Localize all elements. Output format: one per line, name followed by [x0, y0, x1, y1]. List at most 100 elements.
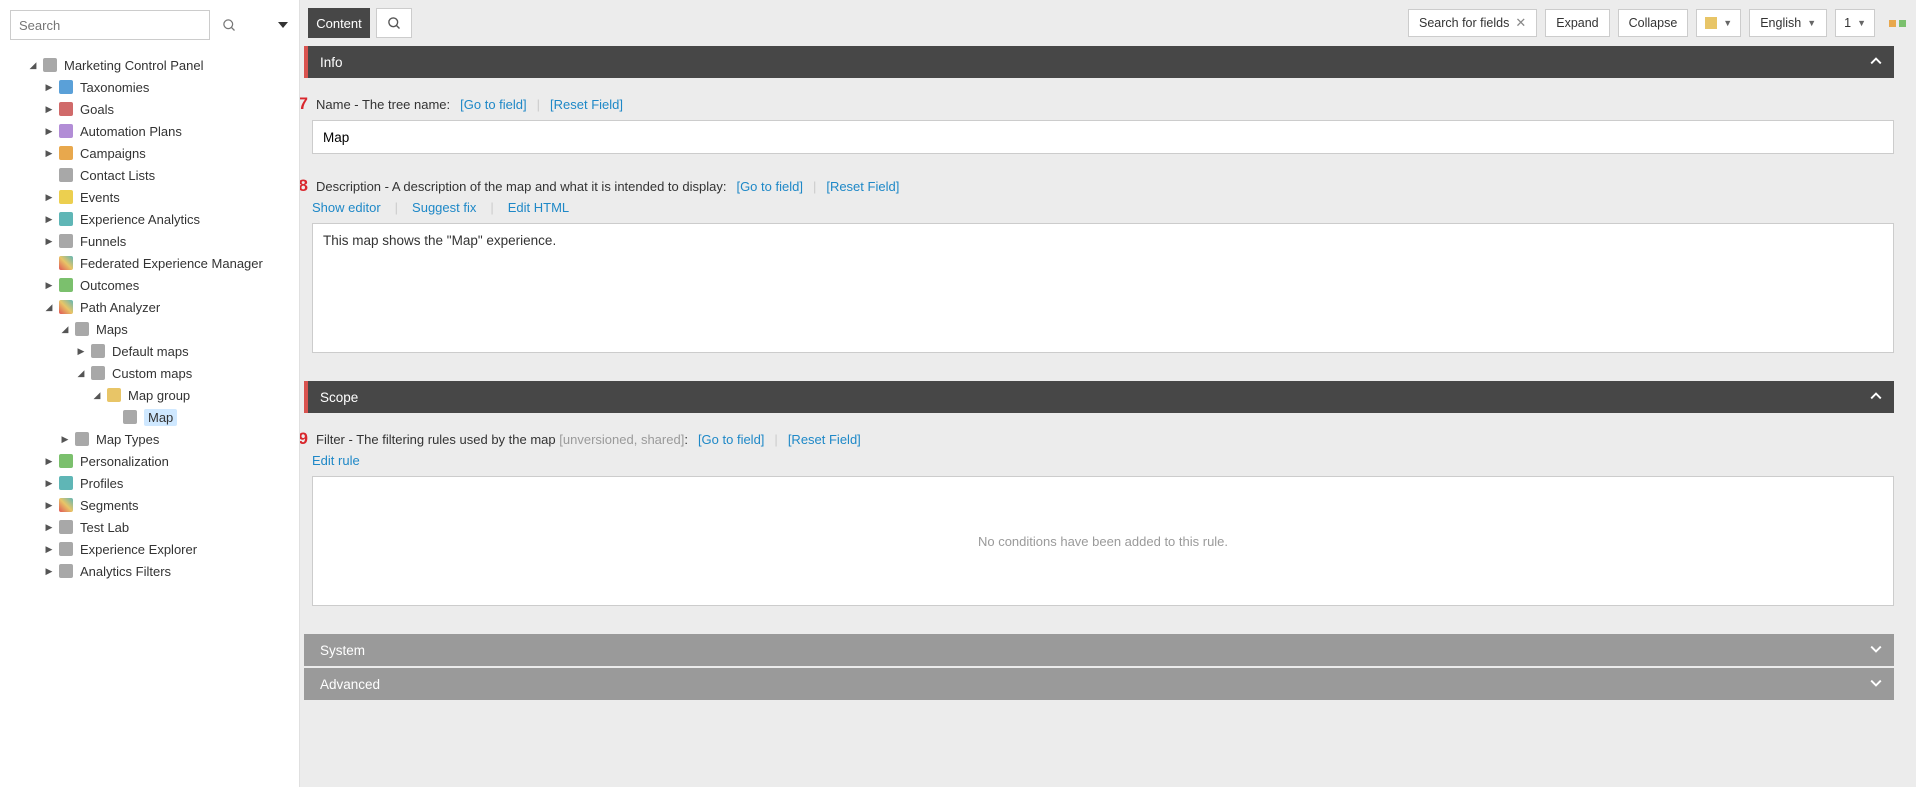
- tree-item[interactable]: ▶Segments: [8, 494, 291, 516]
- tree-node-label: Taxonomies: [80, 80, 149, 95]
- tree-node-label: Default maps: [112, 344, 189, 359]
- expander-closed-icon[interactable]: ▶: [42, 500, 56, 511]
- tree-node-icon: [58, 563, 74, 579]
- name-input[interactable]: [312, 120, 1894, 154]
- main-area: Content Search for fields ✕ Expand Colla…: [300, 0, 1916, 787]
- tree-item[interactable]: ◢ Custom maps: [8, 362, 291, 384]
- go-to-field-link[interactable]: [Go to field]: [460, 97, 526, 112]
- close-icon[interactable]: ✕: [1515, 15, 1526, 31]
- tree-item[interactable]: Contact Lists: [8, 164, 291, 186]
- tree-node-icon: [58, 453, 74, 469]
- tree-item[interactable]: ◢Path Analyzer: [8, 296, 291, 318]
- expander-open-icon[interactable]: ◢: [42, 302, 56, 313]
- tree-search-input[interactable]: [10, 10, 210, 40]
- suggest-fix-link[interactable]: Suggest fix: [412, 200, 476, 215]
- tree-node-icon: [58, 519, 74, 535]
- description-editor[interactable]: This map shows the "Map" experience.: [312, 223, 1894, 353]
- section-header-advanced[interactable]: Advanced: [304, 668, 1894, 700]
- chevron-down-icon: [1870, 643, 1882, 658]
- expander-closed-icon[interactable]: ▶: [42, 82, 56, 93]
- section-header-system[interactable]: System: [304, 634, 1894, 666]
- tree-node-label: Experience Explorer: [80, 542, 197, 557]
- tree-item[interactable]: ▶ Map Types: [8, 428, 291, 450]
- expander-closed-icon[interactable]: ▶: [58, 434, 72, 445]
- status-dot-ok: [1899, 20, 1906, 27]
- tree-node-icon: [74, 431, 90, 447]
- edit-rule-link[interactable]: Edit rule: [312, 453, 360, 468]
- section-header-info[interactable]: Info: [304, 46, 1894, 78]
- tree-node-label: Map Types: [96, 432, 159, 447]
- tree-item[interactable]: ▶Automation Plans: [8, 120, 291, 142]
- filter-rule-box[interactable]: No conditions have been added to this ru…: [312, 476, 1894, 606]
- field-marker-8: 8: [300, 176, 308, 196]
- tree-item[interactable]: ◢ Marketing Control Panel: [8, 54, 291, 76]
- field-marker-7: 7: [300, 94, 308, 114]
- expander-closed-icon[interactable]: ▶: [74, 346, 88, 357]
- expander-closed-icon[interactable]: ▶: [42, 192, 56, 203]
- go-to-field-link[interactable]: [Go to field]: [736, 179, 802, 194]
- expander-closed-icon[interactable]: ▶: [42, 236, 56, 247]
- expander-closed-icon[interactable]: ▶: [42, 544, 56, 555]
- tree-node-label: Personalization: [80, 454, 169, 469]
- section-title: Info: [320, 55, 343, 70]
- tree-node-label: Marketing Control Panel: [64, 58, 203, 73]
- language-dropdown[interactable]: English ▼: [1749, 9, 1827, 37]
- tree-item[interactable]: ▶ Campaigns: [8, 142, 291, 164]
- tree-item[interactable]: ▶ Test Lab: [8, 516, 291, 538]
- show-editor-link[interactable]: Show editor: [312, 200, 381, 215]
- tree-node-label: Test Lab: [80, 520, 129, 535]
- section-header-scope[interactable]: Scope: [304, 381, 1894, 413]
- expander-open-icon[interactable]: ◢: [74, 368, 88, 379]
- expander-closed-icon[interactable]: ▶: [42, 148, 56, 159]
- expander-closed-icon[interactable]: ▶: [42, 104, 56, 115]
- expander-open-icon[interactable]: ◢: [58, 324, 72, 335]
- edit-html-link[interactable]: Edit HTML: [508, 200, 569, 215]
- tree-node-icon: [58, 123, 74, 139]
- tree-item[interactable]: ▶ Personalization: [8, 450, 291, 472]
- expander-closed-icon[interactable]: ▶: [42, 214, 56, 225]
- tree-item[interactable]: ▶Outcomes: [8, 274, 291, 296]
- tree-item[interactable]: ◢ Map group: [8, 384, 291, 406]
- collapse-button[interactable]: Collapse: [1618, 9, 1689, 37]
- tree-item[interactable]: ◢Maps: [8, 318, 291, 340]
- views-dropdown[interactable]: ▼: [1696, 9, 1741, 37]
- search-icon[interactable]: [218, 14, 240, 36]
- expander-open-icon[interactable]: ◢: [26, 60, 40, 71]
- tree-item[interactable]: ▶Experience Analytics: [8, 208, 291, 230]
- expander-closed-icon[interactable]: ▶: [42, 522, 56, 533]
- tree-node-icon: [122, 409, 138, 425]
- tree-item[interactable]: ▶Analytics Filters: [8, 560, 291, 582]
- tree-item[interactable]: ▶Funnels: [8, 230, 291, 252]
- search-for-fields[interactable]: Search for fields ✕: [1408, 9, 1537, 37]
- tree-item[interactable]: ▶Goals: [8, 98, 291, 120]
- tree-node-icon: [58, 277, 74, 293]
- expander-closed-icon[interactable]: ▶: [42, 126, 56, 137]
- tab-search-button[interactable]: [376, 8, 412, 38]
- go-to-field-link[interactable]: [Go to field]: [698, 432, 764, 447]
- expander-closed-icon[interactable]: ▶: [42, 478, 56, 489]
- expander-closed-icon[interactable]: ▶: [42, 280, 56, 291]
- reset-field-link[interactable]: [Reset Field]: [788, 432, 861, 447]
- expand-button[interactable]: Expand: [1545, 9, 1609, 37]
- content-toolbar: Content Search for fields ✕ Expand Colla…: [300, 0, 1916, 46]
- version-label: 1: [1844, 16, 1851, 30]
- tree-node-label: Custom maps: [112, 366, 192, 381]
- expander-closed-icon[interactable]: ▶: [42, 456, 56, 467]
- search-dropdown-caret[interactable]: [278, 18, 288, 33]
- tree-node-icon: [58, 497, 74, 513]
- reset-field-link[interactable]: [Reset Field]: [826, 179, 899, 194]
- tree-item[interactable]: ▶Events: [8, 186, 291, 208]
- tree-item[interactable]: ▶Profiles: [8, 472, 291, 494]
- expander-closed-icon[interactable]: ▶: [42, 566, 56, 577]
- expander-open-icon[interactable]: ◢: [90, 390, 104, 401]
- tree-item[interactable]: Federated Experience Manager: [8, 252, 291, 274]
- version-dropdown[interactable]: 1 ▼: [1835, 9, 1875, 37]
- tree-item[interactable]: ▶ Taxonomies: [8, 76, 291, 98]
- tree-node-label: Map group: [128, 388, 190, 403]
- tab-content[interactable]: Content: [308, 8, 370, 38]
- tree-item[interactable]: ▶ Experience Explorer: [8, 538, 291, 560]
- reset-field-link[interactable]: [Reset Field]: [550, 97, 623, 112]
- tree-item[interactable]: Map: [8, 406, 291, 428]
- tree-node-label: Campaigns: [80, 146, 146, 161]
- tree-item[interactable]: ▶ Default maps: [8, 340, 291, 362]
